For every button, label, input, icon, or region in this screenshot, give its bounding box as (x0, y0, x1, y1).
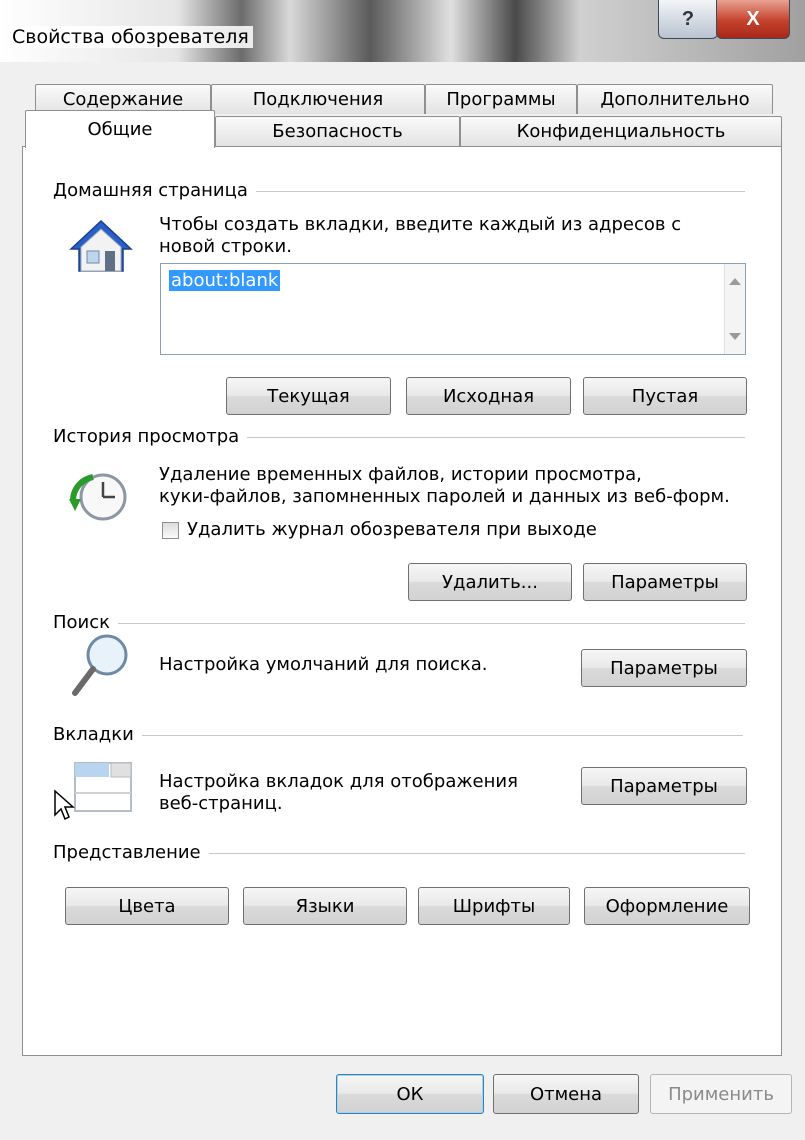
delete-history-button[interactable]: Удалить... (408, 563, 572, 601)
appearance-label: Представление (53, 842, 209, 863)
home-page-instruction-line1: Чтобы создать вкладки, введите каждый из… (159, 214, 682, 235)
title-bar: Свойства обозревателя ? X (0, 0, 805, 62)
search-description: Настройка умолчаний для поиска. (159, 654, 488, 675)
history-settings-button[interactable]: Параметры (583, 563, 747, 601)
tab-connections[interactable]: Подключения (211, 84, 425, 114)
tabs-description-line1: Настройка вкладок для отображения (159, 771, 518, 792)
tabs-description-line2: веб-страниц. (159, 793, 283, 814)
tabs-window-icon (74, 762, 132, 812)
fonts-button[interactable]: Шрифты (418, 887, 570, 925)
use-current-button[interactable]: Текущая (226, 377, 391, 415)
help-icon: ? (681, 7, 695, 30)
tabs-label: Вкладки (53, 724, 142, 745)
delete-history-on-exit-label[interactable]: Удалить журнал обозревателя при выходе (187, 519, 597, 541)
use-default-button[interactable]: Исходная (406, 377, 571, 415)
search-label: Поиск (53, 612, 119, 633)
history-clock-icon (69, 473, 127, 521)
tab-programs[interactable]: Программы (425, 84, 577, 114)
search-settings-button[interactable]: Параметры (581, 649, 747, 687)
tab-privacy[interactable]: Конфиденциальность (460, 116, 782, 146)
history-description-line1: Удаление временных файлов, истории просм… (159, 464, 642, 485)
tab-security[interactable]: Безопасность (215, 116, 460, 146)
home-icon (69, 219, 133, 272)
home-page-address-value: about:blank (169, 270, 281, 291)
tabs-settings-button[interactable]: Параметры (581, 767, 747, 805)
search-divider (53, 623, 745, 624)
apply-button[interactable]: Применить (650, 1074, 792, 1114)
window-title: Свойства обозревателя (8, 26, 253, 48)
history-label: История просмотра (53, 426, 248, 447)
home-page-address-input[interactable]: about:blank (160, 263, 746, 355)
colors-button[interactable]: Цвета (65, 887, 229, 925)
accessibility-button[interactable]: Оформление (584, 887, 750, 925)
use-blank-button[interactable]: Пустая (583, 377, 747, 415)
mouse-cursor-icon (54, 789, 75, 821)
tab-advanced[interactable]: Дополнительно (577, 84, 773, 114)
scroll-down-icon[interactable] (729, 333, 741, 340)
general-tab-panel: Домашняя страница Чтобы создать вкладки,… (22, 146, 782, 1056)
ok-button[interactable]: ОК (336, 1074, 484, 1114)
cancel-button[interactable]: Отмена (493, 1074, 639, 1114)
close-icon: X (746, 7, 760, 30)
tab-general[interactable]: Общие (25, 110, 215, 148)
help-button[interactable]: ? (658, 0, 718, 39)
scroll-up-icon[interactable] (729, 278, 741, 285)
history-description-line2: куки-файлов, запомненных паролей и данны… (159, 486, 730, 507)
dialog-body: Содержание Подключения Программы Дополни… (0, 62, 805, 1140)
home-page-label: Домашняя страница (53, 180, 256, 201)
delete-history-on-exit-checkbox[interactable] (162, 522, 179, 539)
tabs-divider (53, 735, 743, 736)
languages-button[interactable]: Языки (243, 887, 407, 925)
search-magnifier-icon (72, 634, 128, 696)
close-button[interactable]: X (716, 0, 790, 39)
home-page-address-scrollbar[interactable] (724, 264, 745, 354)
home-page-instruction-line2: новой строки. (159, 236, 292, 257)
